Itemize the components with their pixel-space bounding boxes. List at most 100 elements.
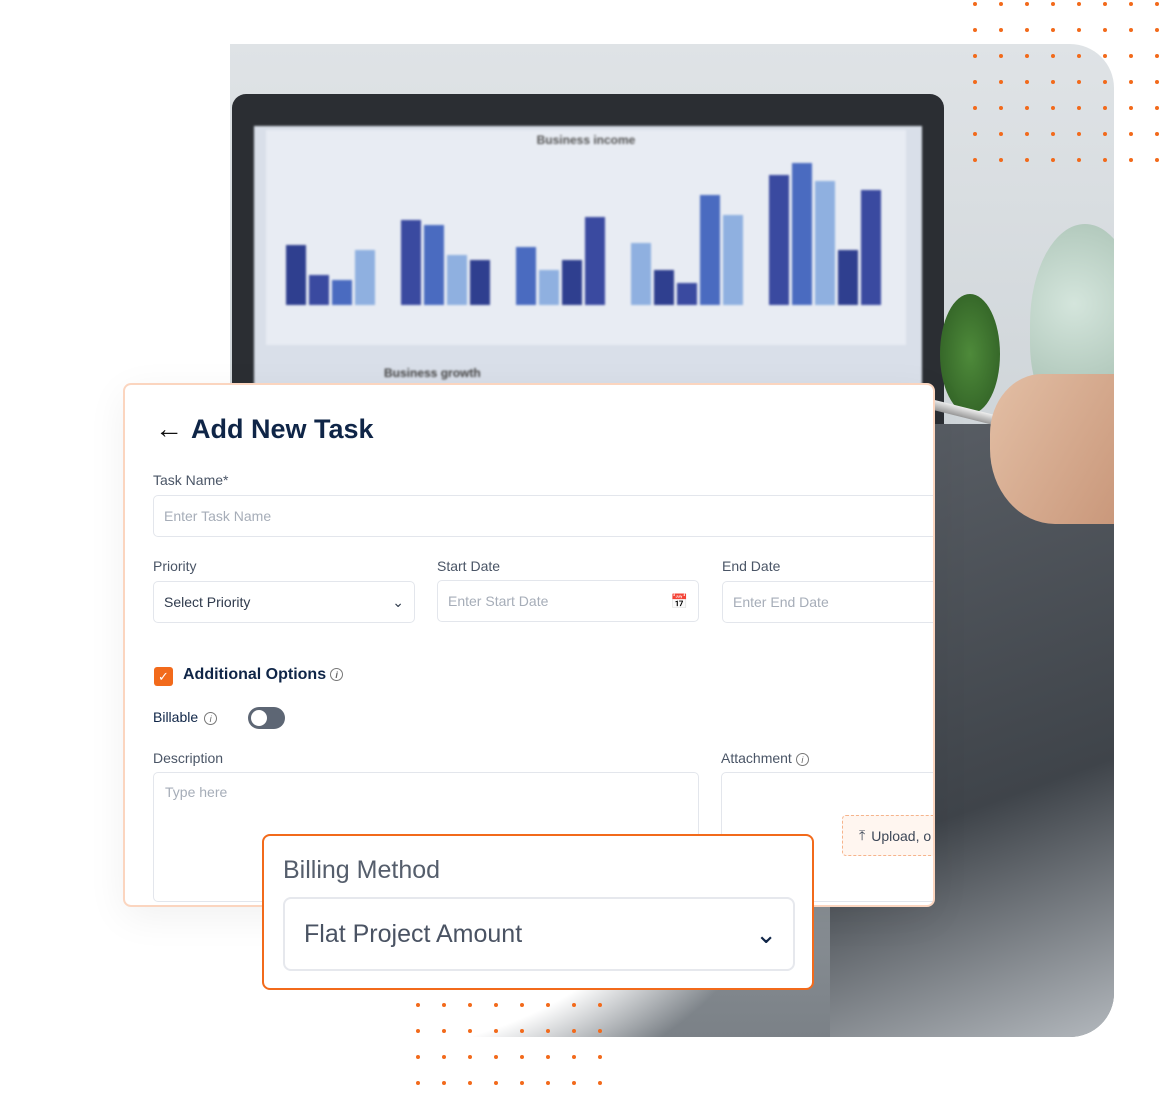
calendar-icon: 📅 xyxy=(670,592,688,609)
dot xyxy=(1077,106,1081,110)
dot xyxy=(468,1029,472,1033)
dot xyxy=(1103,28,1107,32)
dot xyxy=(973,106,977,110)
photo-bar xyxy=(516,247,536,305)
end-date-label: End Date xyxy=(722,558,781,574)
billable-toggle[interactable] xyxy=(248,707,285,729)
photo-bar xyxy=(355,250,375,305)
dot xyxy=(1103,80,1107,84)
photo-bar xyxy=(677,283,697,305)
dot xyxy=(973,28,977,32)
dot xyxy=(1077,132,1081,136)
start-date-input[interactable]: Enter Start Date 📅 xyxy=(437,580,699,622)
dot xyxy=(416,1029,420,1033)
priority-label: Priority xyxy=(153,558,197,574)
billing-method-label: Billing Method xyxy=(283,856,441,884)
dot xyxy=(598,1081,602,1085)
dot xyxy=(1129,132,1133,136)
dot xyxy=(999,158,1003,162)
end-date-input[interactable]: Enter End Date xyxy=(722,581,933,623)
billing-method-select[interactable]: Flat Project Amount ⌄ xyxy=(283,897,795,971)
additional-options-checkbox[interactable]: ✓ xyxy=(154,667,173,686)
dot xyxy=(1051,106,1055,110)
photo-bar xyxy=(401,220,421,305)
photo-bar xyxy=(447,255,467,305)
chevron-down-icon: ⌄ xyxy=(755,918,777,949)
photo-bar xyxy=(470,260,490,305)
chevron-down-icon: ⌄ xyxy=(392,593,404,610)
upload-icon: ⤒ xyxy=(859,827,866,843)
photo-bar xyxy=(585,217,605,305)
back-arrow-icon[interactable]: ← xyxy=(155,413,183,445)
dot xyxy=(494,1055,498,1059)
dot xyxy=(572,1055,576,1059)
photo-bar xyxy=(424,225,444,305)
dot xyxy=(1051,158,1055,162)
dot xyxy=(442,1081,446,1085)
dot xyxy=(494,1029,498,1033)
photo-bar xyxy=(286,245,306,305)
info-icon: i xyxy=(330,668,344,682)
dot xyxy=(520,1081,524,1085)
dot xyxy=(598,1029,602,1033)
dot xyxy=(1129,80,1133,84)
dot xyxy=(1025,54,1029,58)
dot xyxy=(1103,158,1107,162)
page-title: ← Add New Task xyxy=(155,413,374,445)
photo-bar xyxy=(700,195,720,305)
photo-chart-title: Business income xyxy=(536,133,636,147)
dot xyxy=(598,1003,602,1007)
dot xyxy=(468,1055,472,1059)
photo-bar xyxy=(631,243,651,305)
dot xyxy=(442,1003,446,1007)
info-icon: i xyxy=(795,752,809,766)
dot xyxy=(1025,28,1029,32)
dot xyxy=(1129,2,1133,6)
photo-bar xyxy=(654,270,674,305)
dot xyxy=(416,1081,420,1085)
dot xyxy=(973,158,977,162)
dot xyxy=(973,80,977,84)
priority-select[interactable]: Select Priority ⌄ xyxy=(153,581,415,623)
dot xyxy=(546,1081,550,1085)
laptop-image: Business income Business growth xyxy=(232,94,944,426)
start-date-label: Start Date xyxy=(437,558,501,574)
photo-chart2-title: Business growth xyxy=(384,366,481,380)
dot xyxy=(468,1003,472,1007)
dot xyxy=(1077,158,1081,162)
dot xyxy=(999,2,1003,6)
dot xyxy=(1155,54,1159,58)
dot xyxy=(1077,80,1081,84)
dot xyxy=(1103,132,1107,136)
dot xyxy=(546,1029,550,1033)
dot xyxy=(1155,28,1159,32)
dot xyxy=(1051,80,1055,84)
dot xyxy=(999,54,1003,58)
dot xyxy=(1025,80,1029,84)
upload-button[interactable]: ⤒ Upload, o xyxy=(842,815,933,856)
dot xyxy=(999,132,1003,136)
dot xyxy=(1025,2,1029,6)
dot xyxy=(1155,158,1159,162)
dot xyxy=(1051,2,1055,6)
description-label: Description xyxy=(153,750,224,766)
dot xyxy=(1129,158,1133,162)
photo-bar xyxy=(539,270,559,305)
dot xyxy=(1025,106,1029,110)
dot xyxy=(1025,132,1029,136)
dot xyxy=(520,1029,524,1033)
dot xyxy=(442,1055,446,1059)
dot xyxy=(494,1003,498,1007)
task-name-input[interactable]: Enter Task Name xyxy=(153,495,933,537)
photo-bar xyxy=(861,190,881,305)
add-task-card: ← Add New Task Task Name* Enter Task Nam… xyxy=(123,383,935,907)
photo-bar xyxy=(792,163,812,305)
billable-label: Billable i xyxy=(153,709,218,725)
dot xyxy=(973,132,977,136)
dot xyxy=(1077,54,1081,58)
dot xyxy=(1077,28,1081,32)
photo-bar xyxy=(309,275,329,305)
photo-bar xyxy=(723,215,743,305)
dot xyxy=(999,28,1003,32)
dot xyxy=(598,1055,602,1059)
